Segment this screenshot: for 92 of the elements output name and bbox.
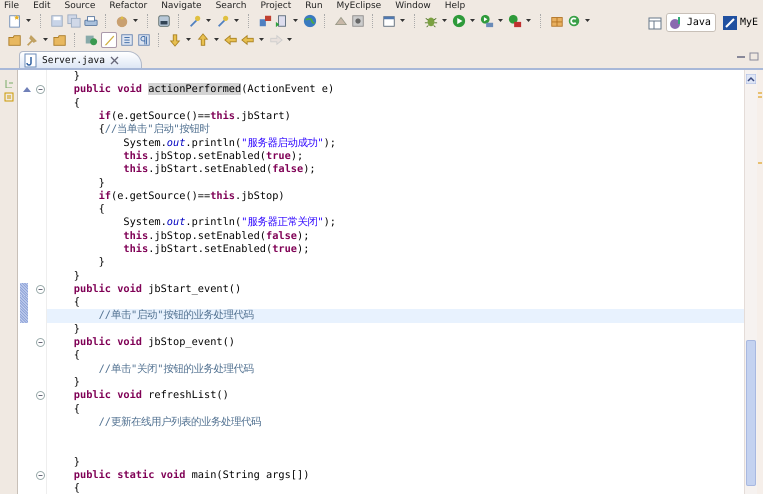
dropdown-caret-icon[interactable] — [133, 19, 138, 22]
menu-item[interactable]: Refactor — [109, 0, 148, 10]
close-icon[interactable] — [110, 56, 119, 64]
collapse-icon[interactable] — [36, 85, 45, 94]
dropdown-caret-icon[interactable] — [470, 19, 475, 22]
highlighter-icon[interactable] — [100, 32, 116, 48]
code-line: public void refreshList() — [72, 389, 229, 402]
open-perspective-icon[interactable] — [646, 14, 663, 30]
globe-icon[interactable] — [302, 14, 316, 28]
down-arrow-icon[interactable] — [168, 32, 182, 46]
code-line: { — [72, 402, 80, 416]
code-line: { — [72, 96, 80, 110]
dropdown-caret-icon[interactable] — [206, 19, 211, 22]
collapse-icon[interactable] — [36, 284, 45, 294]
code-line: public void jbStart_event() — [72, 282, 242, 296]
code-line: public static void main(String args[]) — [72, 469, 310, 482]
menu-item[interactable]: Help — [444, 0, 466, 10]
menu-item[interactable]: Source — [64, 0, 96, 10]
dropdown-caret-icon[interactable] — [234, 19, 239, 22]
code-line: this.jbStop.setEnabled(true); — [122, 150, 304, 163]
menu-item[interactable]: Search — [216, 0, 246, 10]
code-line: {//当单击"启动"按钮时 — [98, 123, 210, 136]
code-line: if(e.getSource()==this.jbStop) — [98, 190, 285, 203]
folder-icon[interactable] — [8, 32, 22, 46]
dropdown-caret-icon[interactable] — [585, 19, 590, 22]
maximize-icon[interactable] — [749, 52, 759, 62]
dropdown-caret-icon[interactable] — [498, 19, 503, 22]
up-arrow-icon[interactable] — [196, 32, 210, 46]
code-line: this.jbStop.setEnabled(false); — [122, 230, 310, 243]
dropdown-caret-icon[interactable] — [186, 38, 191, 41]
menu-item[interactable]: MyEclipse — [336, 0, 382, 10]
code-line: } — [72, 376, 80, 389]
wizard-icon[interactable] — [216, 14, 230, 28]
block-icon[interactable] — [120, 32, 134, 46]
dropdown-caret-icon[interactable] — [526, 19, 531, 22]
code-line: } — [98, 256, 105, 270]
code-line: { — [72, 349, 80, 362]
dropdown-caret-icon[interactable] — [442, 19, 447, 22]
dropdown-caret-icon[interactable] — [287, 38, 292, 41]
perspective-button[interactable]: MyE — [718, 13, 763, 32]
code-line: } — [72, 456, 80, 469]
code-line: public void actionPerformed(ActionEvent e) — [72, 83, 334, 96]
menu-item[interactable]: Navigate — [161, 0, 202, 10]
new-file-icon[interactable] — [8, 14, 22, 28]
menu-item[interactable]: File — [4, 0, 20, 10]
code-line: //更新在线用户列表的业务处理代码 — [98, 416, 261, 429]
code-line: System.out.println("服务器启动成功"); — [122, 136, 336, 150]
menu-item[interactable]: Project — [260, 0, 292, 10]
dropdown-caret-icon[interactable] — [400, 19, 405, 22]
dropdown-caret-icon[interactable] — [214, 38, 219, 41]
overview-marker[interactable] — [758, 92, 762, 94]
overview-marker[interactable] — [758, 162, 762, 164]
code-line: this.jbStart.setEnabled(true); — [122, 243, 310, 256]
code-line: public void jbStop_event() — [72, 336, 235, 350]
code-line: System.out.println("服务器正常关闭"); — [122, 216, 336, 230]
wizard-icon[interactable] — [188, 14, 202, 28]
class-wizard-icon[interactable] — [566, 14, 580, 28]
code-line: } — [98, 176, 105, 190]
menu-item[interactable]: Edit — [33, 0, 50, 10]
dropdown-caret-icon[interactable] — [43, 38, 48, 41]
code-line: } — [72, 322, 80, 336]
code-line: //单击"启动"按钮的业务处理代码 — [98, 309, 254, 322]
editor-tab[interactable]: Server.java — [19, 51, 142, 68]
dropdown-caret-icon[interactable] — [26, 19, 31, 22]
code-line: //单击"关闭"按钮的业务处理代码 — [98, 362, 254, 376]
collapse-icon[interactable] — [36, 471, 45, 480]
code-line: } — [72, 70, 80, 84]
dropdown-caret-icon[interactable] — [293, 19, 298, 22]
left-arrow-icon[interactable] — [224, 32, 238, 46]
collapse-icon[interactable] — [36, 391, 45, 400]
code-line: this.jbStart.setEnabled(false); — [122, 163, 316, 176]
java-file-icon[interactable] — [24, 52, 37, 68]
folder-icon[interactable] — [52, 32, 66, 46]
code-line: { — [72, 296, 80, 310]
left-arrow-icon[interactable] — [240, 32, 254, 46]
open-window-icon[interactable] — [382, 14, 396, 28]
code-line: if(e.getSource()==this.jbStart) — [98, 110, 291, 123]
collapse-icon[interactable] — [36, 338, 45, 348]
code-line: { — [98, 203, 105, 216]
overview-marker[interactable] — [758, 96, 762, 98]
menu-item[interactable]: Window — [395, 0, 431, 10]
pilcrow-icon[interactable] — [136, 32, 150, 46]
perspective-button[interactable]: Java — [666, 13, 716, 32]
scroll-up-icon[interactable] — [746, 74, 756, 84]
code-line: { — [72, 482, 80, 494]
printer-icon[interactable] — [84, 14, 98, 28]
menu-item[interactable]: Run — [305, 0, 323, 10]
dropdown-caret-icon[interactable] — [259, 38, 264, 41]
code-line: } — [72, 270, 80, 283]
scrollbar-thumb[interactable] — [746, 340, 756, 486]
run-icon[interactable] — [452, 14, 466, 28]
run-config-icon[interactable] — [480, 14, 494, 28]
